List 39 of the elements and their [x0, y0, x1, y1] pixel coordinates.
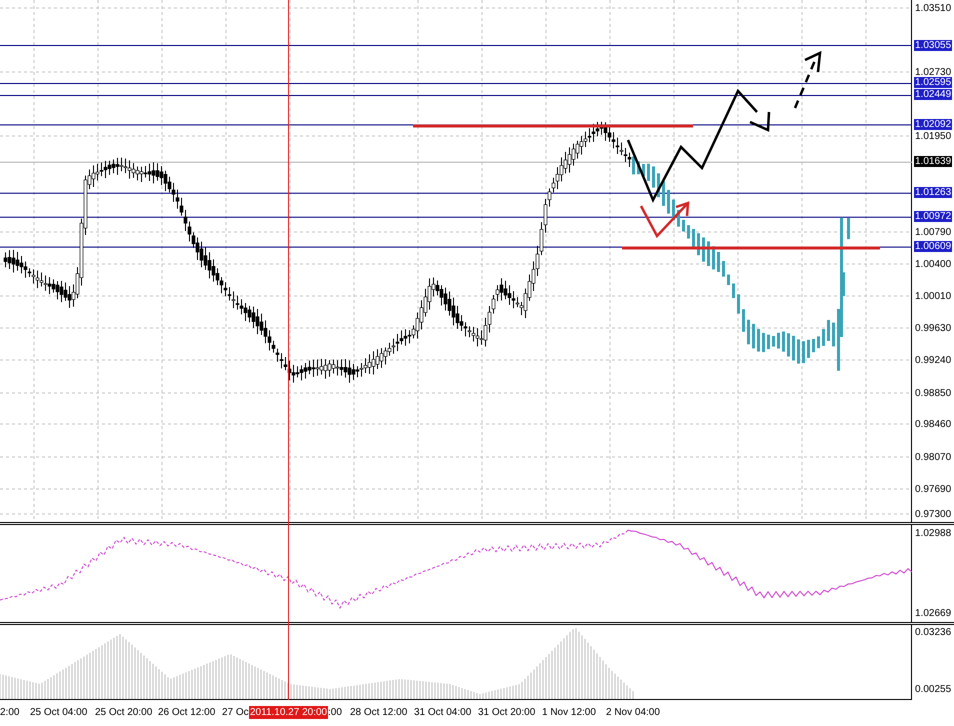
indicator-scale-label: 0.03236: [915, 626, 952, 640]
level-price-tag: 1.01263: [914, 187, 952, 198]
time-label: 26 Oct 12:00: [158, 707, 216, 719]
crosshair-time-tag: 2011.10.27 20:00: [249, 706, 328, 719]
level-price-tag: 1.02449: [914, 89, 952, 100]
price-label: 0.98070: [915, 452, 952, 463]
indicator-scale-label: 1.02988: [915, 527, 952, 541]
time-label: 27 Oc: [222, 707, 249, 719]
level-price-tag: 1.03055: [914, 40, 952, 50]
time-label: 31 Oct 04:00: [414, 707, 472, 719]
time-label: 25 Oct 20:00: [95, 707, 152, 719]
price-label: 0.99630: [915, 323, 952, 334]
level-price-tag: 1.02092: [914, 118, 952, 130]
time-label: 2:00: [0, 707, 20, 719]
price-label: 0.99240: [915, 355, 952, 366]
indicator-scale-label: 0.00255: [915, 683, 952, 697]
price-label: 0.97300: [915, 509, 952, 520]
price-label: 0.98460: [915, 419, 952, 430]
price-label: 0.97690: [915, 484, 952, 495]
level-price-tag: 1.00609: [914, 241, 952, 252]
price-label: 0.98850: [915, 388, 952, 399]
time-label: 31 Oct 20:00: [478, 707, 536, 719]
time-label: 25 Oct 04:00: [30, 707, 88, 719]
price-label: 1.00010: [915, 291, 952, 302]
indicator-scale-label: 1.02669: [915, 607, 952, 621]
level-price-tag: 1.02595: [914, 77, 952, 88]
price-label: 1.02730: [915, 67, 952, 78]
price-label: 1.00790: [915, 227, 952, 238]
level-price-tag: 1.01639: [914, 156, 952, 168]
time-label: 1 Nov 12:00: [542, 707, 596, 719]
price-label: 1.03510: [915, 3, 952, 14]
dashed-arrow: [794, 50, 822, 108]
time-label: 28 Oct 12:00: [350, 707, 408, 719]
level-price-tag: 1.00972: [914, 211, 952, 222]
time-label: :00: [328, 707, 342, 719]
price-label: 1.00400: [915, 259, 952, 270]
price-label: 1.01950: [915, 131, 952, 142]
time-label: 2 Nov 04:00: [606, 707, 660, 719]
arrow-head-icon: [750, 112, 770, 132]
